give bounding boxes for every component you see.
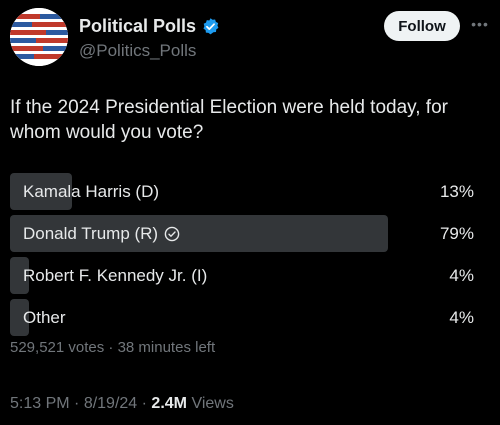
- poll-option-percent: 79%: [439, 223, 474, 243]
- tweet-footer: 5:13 PM · 8/19/24 · 2.4M Views: [10, 395, 234, 413]
- poll-option-percent: 4%: [449, 265, 474, 285]
- poll-option-label: Other: [23, 307, 66, 327]
- tweet-text: If the 2024 Presidential Election were h…: [10, 97, 448, 143]
- tweet-header: Political Polls @Politics_Polls Follow •…: [10, 8, 490, 66]
- poll-option-label-row: Robert F. Kennedy Jr. (I): [23, 257, 207, 294]
- more-options-icon[interactable]: •••: [470, 14, 490, 34]
- poll-option-percent: 4%: [449, 307, 474, 327]
- tweet-date[interactable]: 8/19/24: [84, 395, 137, 412]
- poll-option-label-row: Kamala Harris (D): [23, 173, 159, 210]
- tweet-time[interactable]: 5:13 PM: [10, 395, 70, 412]
- handle[interactable]: @Politics_Polls: [79, 41, 220, 61]
- poll-option: Donald Trump (R) 79%: [10, 215, 490, 252]
- display-name[interactable]: Political Polls: [79, 16, 196, 37]
- separator: ·: [69, 395, 84, 412]
- poll-option: Robert F. Kennedy Jr. (I) 4%: [10, 257, 490, 294]
- checkmark-circle-icon: [164, 226, 180, 242]
- follow-button[interactable]: Follow: [384, 11, 460, 41]
- poll-option: Kamala Harris (D) 13%: [10, 173, 490, 210]
- poll-option-label-row: Donald Trump (R): [23, 215, 180, 252]
- poll: Kamala Harris (D) 13% Donald Trump (R) 7…: [10, 173, 490, 341]
- poll-option-label: Robert F. Kennedy Jr. (I): [23, 265, 208, 285]
- views-count[interactable]: 2.4M: [151, 395, 187, 412]
- poll-option: Other 4%: [10, 299, 490, 336]
- poll-option-percent: 13%: [439, 181, 474, 201]
- author-info: Political Polls @Politics_Polls: [79, 14, 220, 61]
- poll-option-label: Donald Trump (R): [23, 223, 159, 243]
- verified-badge-icon: [201, 17, 220, 36]
- separator: ·: [137, 395, 152, 412]
- poll-option-label: Kamala Harris (D): [23, 181, 160, 201]
- poll-meta: 529,521 votes · 38 minutes left: [10, 339, 216, 356]
- views-label: Views: [187, 395, 234, 412]
- avatar[interactable]: [10, 8, 68, 66]
- poll-option-label-row: Other: [23, 299, 66, 336]
